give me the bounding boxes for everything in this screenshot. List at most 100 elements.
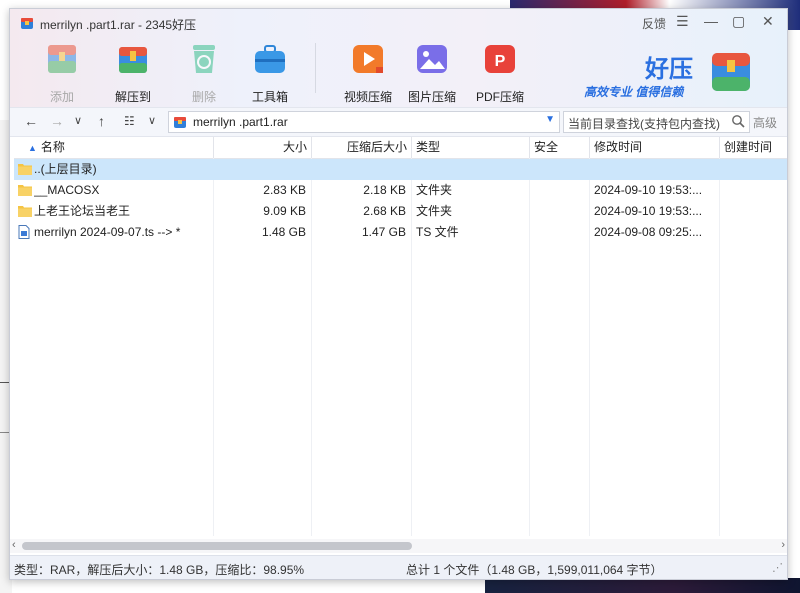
search-input[interactable]: 当前目录查找(支持包内查找): [563, 111, 750, 133]
advanced-search-link[interactable]: 高级: [753, 114, 777, 131]
table-row[interactable]: ..(上层目录): [14, 159, 787, 180]
cell-type: 文件夹: [416, 204, 453, 218]
forward-icon[interactable]: →: [50, 113, 64, 129]
archive-info: 类型：RAR，解压后大小：1.48 GB，压缩比：98.95%: [14, 563, 305, 577]
column-header-name-label: 名称: [40, 140, 65, 154]
view-mode-icon[interactable]: ☷: [124, 114, 135, 128]
cell-modified: 2024-09-08 09:25:...: [594, 225, 703, 239]
video-compress-icon: [353, 45, 383, 73]
cell-size: 1.48 GB: [261, 225, 306, 239]
image-compress-icon: [417, 45, 447, 73]
cell-size: 9.09 KB: [263, 204, 306, 218]
back-icon[interactable]: ←: [24, 113, 38, 129]
archive-icon: [174, 117, 186, 128]
menu-icon[interactable]: ☰: [676, 13, 689, 30]
status-bar: 类型：RAR，解压后大小：1.48 GB，压缩比：98.95% 总计 1 个文件…: [10, 555, 787, 579]
path-text: merrilyn .part1.rar: [193, 115, 288, 129]
app-logo-icon: [21, 18, 33, 29]
cell-name: ..(上层目录): [34, 162, 97, 176]
column-header-security[interactable]: 安全: [530, 137, 590, 158]
image-compress-button[interactable]: 图片压缩: [404, 39, 460, 105]
extract-to-button[interactable]: 解压到: [105, 39, 161, 105]
column-header-packed[interactable]: 压缩后大小: [312, 137, 412, 158]
cell-secure: [534, 201, 586, 222]
maximize-icon[interactable]: ▢: [732, 13, 745, 30]
cell-secure: [534, 222, 586, 243]
delete-button[interactable]: 删除: [176, 39, 232, 105]
svg-text:P: P: [495, 53, 506, 70]
extract-to-icon: [119, 47, 147, 73]
column-header-modified[interactable]: 修改时间: [590, 137, 720, 158]
brand-name: 好压: [645, 56, 693, 83]
desktop-background-bottom: [485, 578, 800, 593]
cell-name: __MACOSX: [34, 183, 100, 197]
table-header: ▲ 名称 大小 压缩后大小 类型 安全 修改时间 创建时间: [14, 137, 787, 159]
cell-size: [214, 159, 306, 180]
horizontal-scrollbar[interactable]: ‹ ›: [10, 539, 787, 553]
extract-to-label: 解压到: [114, 90, 151, 104]
column-header-created[interactable]: 创建时间: [720, 137, 787, 158]
column-header-type[interactable]: 类型: [412, 137, 530, 158]
path-bar[interactable]: merrilyn .part1.rar ▼: [168, 111, 560, 133]
pdf-compress-button[interactable]: P PDF压缩: [472, 39, 528, 105]
window-title: merrilyn .part1.rar - 2345好压: [40, 18, 197, 32]
scroll-right-icon[interactable]: ›: [781, 539, 785, 551]
add-label: 添加: [49, 90, 74, 104]
cell-created: [724, 159, 784, 180]
cell-created: [724, 201, 784, 222]
search-icon[interactable]: [731, 114, 745, 128]
cell-size: 2.83 KB: [263, 183, 306, 197]
toolbox-icon: [255, 45, 285, 73]
resize-grip-icon[interactable]: ⋰: [772, 561, 783, 574]
folder-icon: [18, 164, 32, 175]
cell-modified: [594, 159, 718, 180]
scrollbar-thumb[interactable]: [22, 542, 412, 550]
cell-packed: 2.18 KB: [363, 183, 406, 197]
title-bar: merrilyn .part1.rar - 2345好压 反馈 ☰ — ▢ ✕: [10, 9, 787, 37]
cell-modified: 2024-09-10 19:53:...: [594, 183, 703, 197]
cell-packed: [312, 159, 406, 180]
toolbox-label: 工具箱: [251, 90, 288, 104]
cell-created: [724, 222, 784, 243]
cell-type: 文件夹: [416, 183, 453, 197]
cell-type: [416, 159, 526, 180]
ts-file-icon: [18, 225, 30, 239]
toolbar-separator: [315, 43, 316, 93]
image-compress-label: 图片压缩: [407, 90, 456, 104]
minimize-icon[interactable]: —: [704, 13, 718, 29]
archive-window: merrilyn .part1.rar - 2345好压 反馈 ☰ — ▢ ✕ …: [9, 8, 788, 580]
navigation-bar: ← → ∨ ↑ ☷ ∨ merrilyn .part1.rar ▼ 当前目录查找…: [10, 107, 787, 137]
cell-modified: 2024-09-10 19:53:...: [594, 204, 703, 218]
close-icon[interactable]: ✕: [762, 13, 774, 30]
up-level-icon[interactable]: ↑: [98, 113, 105, 129]
video-compress-button[interactable]: 视频压缩: [340, 39, 396, 105]
column-header-name[interactable]: ▲ 名称: [14, 137, 214, 158]
cell-secure: [534, 180, 586, 201]
delete-label: 删除: [191, 90, 216, 104]
table-row[interactable]: 上老王论坛当老王 9.09 KB 2.68 KB 文件夹 2024-09-10 19:5…: [14, 201, 787, 222]
sort-asc-icon: ▲: [28, 143, 37, 153]
history-dropdown-icon[interactable]: ∨: [74, 114, 82, 127]
cell-packed: 1.47 GB: [361, 225, 406, 239]
feedback-link[interactable]: 反馈: [642, 15, 666, 32]
cell-secure: [534, 159, 586, 180]
cell-name: 上老王论坛当老王: [34, 204, 131, 218]
folder-icon: [18, 206, 32, 217]
table-row[interactable]: merrilyn 2024-09-07.ts --> * 1.48 GB 1.47 …: [14, 222, 787, 243]
toolbox-button[interactable]: 工具箱: [242, 39, 298, 105]
delete-icon: [193, 45, 215, 73]
pdf-compress-label: PDF压缩: [475, 90, 524, 104]
top-banner: merrilyn .part1.rar - 2345好压 反馈 ☰ — ▢ ✕ …: [10, 9, 787, 107]
path-dropdown-icon[interactable]: ▼: [545, 114, 555, 125]
scroll-left-icon[interactable]: ‹: [12, 539, 16, 551]
pdf-compress-icon: P: [485, 45, 515, 73]
table-row[interactable]: __MACOSX 2.83 KB 2.18 KB 文件夹 2024-09-10 19:5…: [14, 180, 787, 201]
column-header-size[interactable]: 大小: [214, 137, 312, 158]
add-button[interactable]: 添加: [34, 39, 90, 105]
brand-slogan: 高效专业 值得信赖: [584, 85, 684, 99]
cell-name: merrilyn 2024-09-07.ts --> *: [34, 225, 181, 239]
cell-packed: 2.68 KB: [363, 204, 406, 218]
view-mode-dropdown-icon[interactable]: ∨: [148, 114, 156, 127]
cell-created: [724, 180, 784, 201]
folder-icon: [18, 185, 32, 196]
